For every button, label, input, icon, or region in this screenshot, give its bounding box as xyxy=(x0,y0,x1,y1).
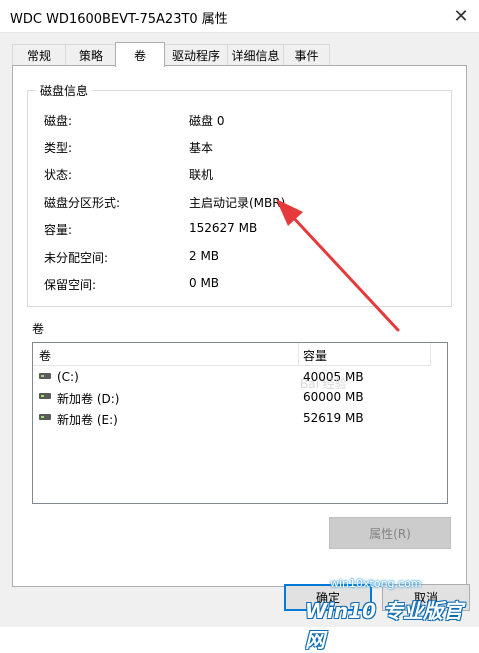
tab-label: 卷 xyxy=(133,48,146,63)
baidu-watermark: Bai 经验 xyxy=(300,377,347,391)
site-watermark: win10xtong.com xyxy=(330,577,422,590)
annotation-arrow-icon xyxy=(276,199,400,332)
tab-volumes[interactable]: 卷 xyxy=(115,42,165,67)
brand-watermark: Win10 专业版官网 xyxy=(305,599,463,652)
